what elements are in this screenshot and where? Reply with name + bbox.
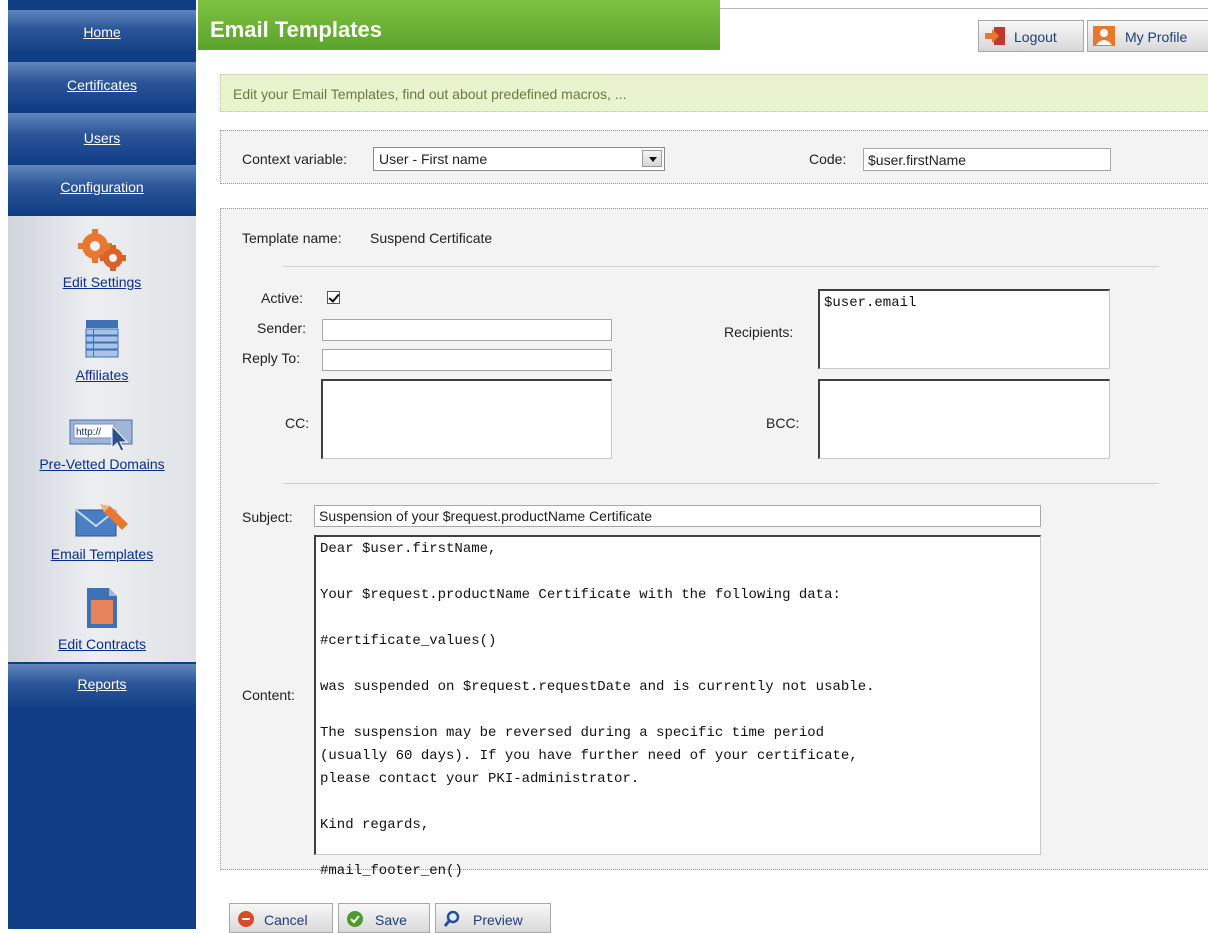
menu-affiliates[interactable]: Affiliates (8, 320, 196, 383)
sidebar: Home Certificates Users Configuration Ed… (8, 0, 196, 929)
email-templates-icon (75, 504, 128, 537)
sender-label: Sender: (257, 320, 307, 336)
nav-reports[interactable]: Reports (8, 664, 196, 708)
preview-label: Preview (473, 912, 523, 928)
nav-home[interactable]: Home (8, 10, 196, 52)
reply-to-label: Reply To: (242, 350, 301, 366)
subject-value: Suspension of your $request.productName … (319, 508, 653, 524)
content-textarea[interactable]: Dear $user.firstName, Your $request.produ… (314, 535, 1041, 879)
active-checkbox[interactable] (327, 291, 340, 304)
template-name-value: Suspend Certificate (370, 230, 493, 246)
menu-edit-settings[interactable]: Edit Settings (8, 228, 196, 290)
code-field[interactable]: $user.firstName (863, 148, 1111, 171)
cc-label: CC: (285, 415, 310, 431)
nav-certificates[interactable]: Certificates (8, 62, 196, 107)
configuration-submenu: Edit Settings Affiliates http:// Pre-Vet… (8, 216, 196, 662)
content-line: Dear $user.firstName, (320, 541, 497, 557)
nav-users-label: Users (83, 130, 121, 146)
logout-label: Logout (1014, 29, 1057, 45)
nav-configuration[interactable]: Configuration (8, 165, 196, 213)
menu-affiliates-label: Affiliates (75, 367, 129, 383)
context-variable-label: Context variable: (242, 151, 348, 167)
context-variable-panel: Context variable: User - First name Code… (220, 130, 1208, 184)
nav-reports-label: Reports (77, 676, 127, 692)
subject-label: Subject: (242, 509, 293, 525)
database-icon (85, 320, 119, 358)
nav-certificates-label: Certificates (66, 77, 138, 93)
logout-icon (985, 27, 1005, 45)
content-line: #certificate_values() (320, 633, 497, 649)
page-title-bar: Email Templates (198, 0, 720, 50)
page-title: Email Templates (210, 17, 382, 42)
gears-icon (78, 229, 126, 271)
contract-icon (87, 588, 117, 628)
context-variable-select[interactable]: User - First name (373, 147, 665, 171)
recipients-label: Recipients: (724, 324, 794, 340)
content-line: please contact your PKI-administrator. (320, 771, 640, 787)
save-label: Save (375, 912, 407, 928)
bcc-textarea[interactable] (818, 379, 1110, 459)
magnifier-icon (443, 910, 460, 927)
template-editor-panel: Template name: Suspend Certificate Activ… (220, 208, 1208, 879)
active-label: Active: (261, 290, 304, 306)
context-variable-value: User - First name (379, 151, 488, 167)
reply-to-field[interactable] (322, 349, 612, 371)
menu-edit-contracts-label: Edit Contracts (58, 636, 146, 652)
nav-users[interactable]: Users (8, 113, 196, 161)
recipients-value: $user.email (824, 295, 917, 311)
sender-field[interactable] (322, 319, 612, 341)
info-text: Edit your Email Templates, find out abou… (233, 86, 627, 102)
content-line: was suspended on $request.requestDate an… (320, 679, 875, 695)
http-url-icon: http:// (69, 419, 133, 452)
svg-text:http://: http:// (76, 427, 101, 438)
menu-email-templates-label: Email Templates (50, 546, 154, 562)
content-line: Kind regards, (320, 817, 430, 833)
nav-configuration-label: Configuration (60, 179, 144, 195)
divider (283, 483, 1159, 484)
content-line: #mail_footer_en() (320, 863, 463, 879)
menu-email-templates[interactable]: Email Templates (8, 500, 196, 562)
menu-edit-settings-label: Edit Settings (62, 274, 142, 290)
my-profile-label: My Profile (1125, 29, 1188, 45)
bcc-label: BCC: (766, 415, 800, 431)
content-line: The suspension may be reversed during a … (320, 725, 825, 741)
menu-pre-vetted-domains-label: Pre-Vetted Domains (39, 456, 165, 472)
menu-pre-vetted-domains[interactable]: http:// Pre-Vetted Domains (8, 416, 196, 472)
header-divider (720, 8, 1208, 9)
cc-textarea[interactable] (321, 379, 612, 459)
content-label: Content: (242, 687, 295, 703)
chevron-down-icon[interactable] (642, 150, 662, 167)
save-icon (347, 911, 363, 927)
subject-field[interactable]: Suspension of your $request.productName … (314, 505, 1041, 527)
nav-home-label: Home (83, 24, 121, 40)
menu-edit-contracts[interactable]: Edit Contracts (8, 586, 196, 652)
divider (283, 266, 1159, 267)
cancel-icon (238, 911, 254, 927)
recipients-textarea[interactable]: $user.email (818, 289, 1110, 369)
cancel-label: Cancel (264, 912, 308, 928)
code-label: Code: (809, 151, 847, 167)
my-profile-button[interactable]: My Profile (1087, 20, 1208, 52)
info-bar: Edit your Email Templates, find out abou… (220, 74, 1208, 112)
content-line: Your $request.productName Certificate wi… (320, 587, 841, 603)
template-name-label: Template name: (242, 230, 342, 246)
user-profile-icon (1093, 26, 1115, 46)
code-value: $user.firstName (868, 152, 967, 168)
logout-button[interactable]: Logout (978, 20, 1084, 52)
content-line: (usually 60 days). If you have further n… (320, 748, 858, 764)
